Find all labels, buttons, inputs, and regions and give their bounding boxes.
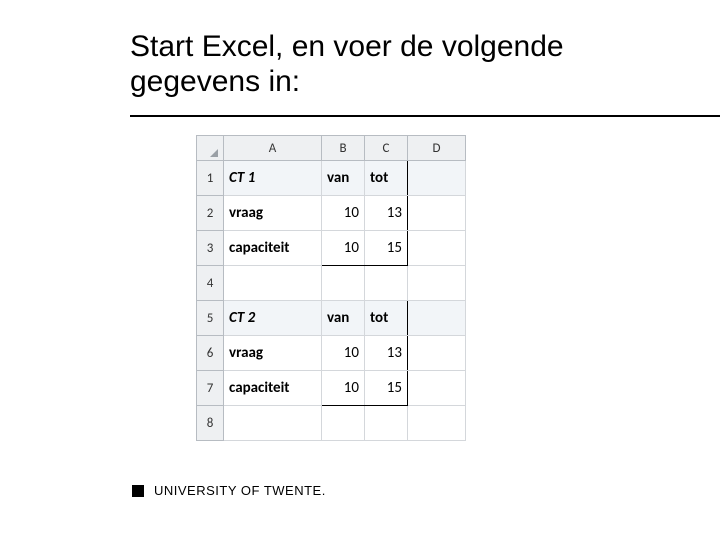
cell-c1[interactable]: tot xyxy=(365,161,408,196)
excel-snippet: A B C D 1 CT 1 van tot 2 vraag 10 13 3 c… xyxy=(196,135,476,441)
cell-a1[interactable]: CT 1 xyxy=(224,161,322,196)
table-row: 3 capaciteit 10 15 xyxy=(197,231,466,266)
university-name: UNIVERSITY OF TWENTE. xyxy=(154,483,326,498)
row-header-7[interactable]: 7 xyxy=(197,371,224,406)
cell-d3[interactable] xyxy=(408,231,466,266)
column-header-c[interactable]: C xyxy=(365,136,408,161)
cell-b3[interactable]: 10 xyxy=(322,231,365,266)
column-header-d[interactable]: D xyxy=(408,136,466,161)
column-header-a[interactable]: A xyxy=(224,136,322,161)
table-row: 1 CT 1 van tot xyxy=(197,161,466,196)
cell-b7[interactable]: 10 xyxy=(322,371,365,406)
row-header-1[interactable]: 1 xyxy=(197,161,224,196)
cell-a3[interactable]: capaciteit xyxy=(224,231,322,266)
select-all-corner[interactable] xyxy=(197,136,224,161)
cell-a5[interactable]: CT 2 xyxy=(224,301,322,336)
table-row: 5 CT 2 van tot xyxy=(197,301,466,336)
title-underline xyxy=(130,115,720,117)
cell-c5[interactable]: tot xyxy=(365,301,408,336)
row-header-6[interactable]: 6 xyxy=(197,336,224,371)
row-header-2[interactable]: 2 xyxy=(197,196,224,231)
cell-d6[interactable] xyxy=(408,336,466,371)
select-all-triangle-icon xyxy=(210,149,218,157)
table-row: 4 xyxy=(197,266,466,301)
cell-c4[interactable] xyxy=(365,266,408,301)
university-logo-icon xyxy=(132,485,144,497)
cell-a8[interactable] xyxy=(224,406,322,441)
table-row: 6 vraag 10 13 xyxy=(197,336,466,371)
footer: UNIVERSITY OF TWENTE. xyxy=(132,483,326,498)
slide-title: Start Excel, en voer de volgende gegeven… xyxy=(130,30,660,99)
cell-d7[interactable] xyxy=(408,371,466,406)
row-header-4[interactable]: 4 xyxy=(197,266,224,301)
table-row: 7 capaciteit 10 15 xyxy=(197,371,466,406)
cell-a7[interactable]: capaciteit xyxy=(224,371,322,406)
cell-b6[interactable]: 10 xyxy=(322,336,365,371)
cell-c2[interactable]: 13 xyxy=(365,196,408,231)
cell-c6[interactable]: 13 xyxy=(365,336,408,371)
cell-b5[interactable]: van xyxy=(322,301,365,336)
cell-a4[interactable] xyxy=(224,266,322,301)
cell-b4[interactable] xyxy=(322,266,365,301)
cell-a2[interactable]: vraag xyxy=(224,196,322,231)
cell-d4[interactable] xyxy=(408,266,466,301)
row-header-5[interactable]: 5 xyxy=(197,301,224,336)
cell-c3[interactable]: 15 xyxy=(365,231,408,266)
cell-c7[interactable]: 15 xyxy=(365,371,408,406)
column-header-row: A B C D xyxy=(197,136,466,161)
cell-b8[interactable] xyxy=(322,406,365,441)
row-header-3[interactable]: 3 xyxy=(197,231,224,266)
cell-d2[interactable] xyxy=(408,196,466,231)
cell-a6[interactable]: vraag xyxy=(224,336,322,371)
row-header-8[interactable]: 8 xyxy=(197,406,224,441)
table-row: 2 vraag 10 13 xyxy=(197,196,466,231)
cell-d1[interactable] xyxy=(408,161,466,196)
cell-b1[interactable]: van xyxy=(322,161,365,196)
spreadsheet-grid: A B C D 1 CT 1 van tot 2 vraag 10 13 3 c… xyxy=(196,135,466,441)
cell-d8[interactable] xyxy=(408,406,466,441)
cell-d5[interactable] xyxy=(408,301,466,336)
cell-b2[interactable]: 10 xyxy=(322,196,365,231)
column-header-b[interactable]: B xyxy=(322,136,365,161)
cell-c8[interactable] xyxy=(365,406,408,441)
table-row: 8 xyxy=(197,406,466,441)
